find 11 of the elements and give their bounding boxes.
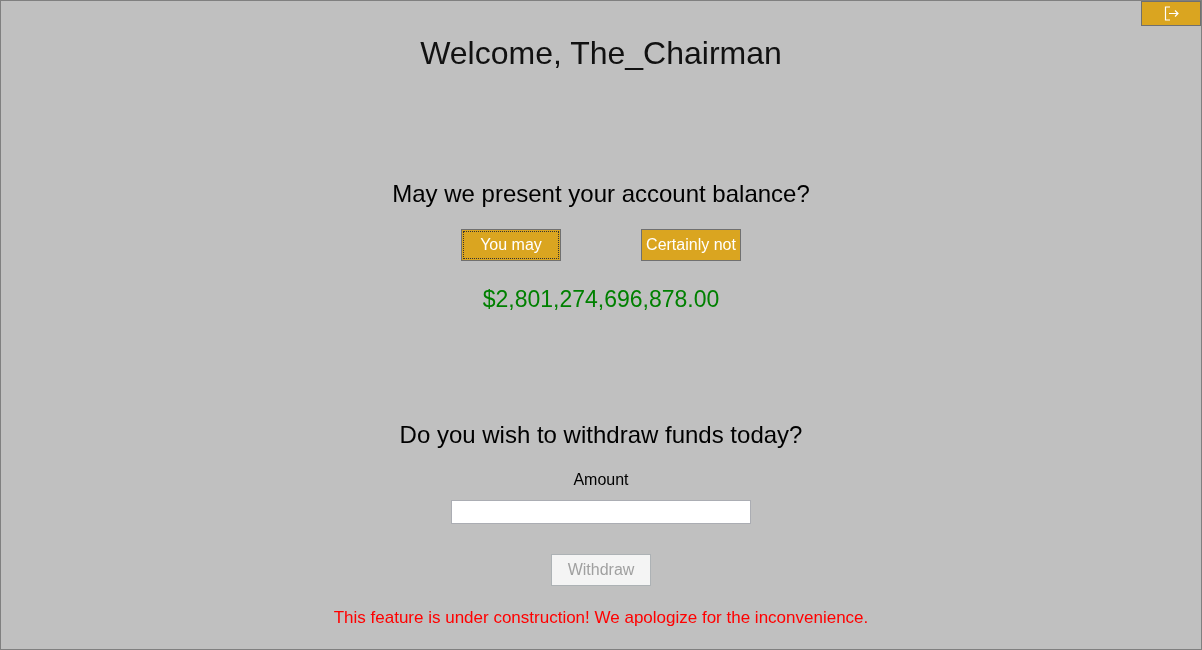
logout-button[interactable]	[1141, 1, 1201, 26]
balance-question: May we present your account balance?	[392, 179, 810, 209]
balance-amount: $2,801,274,696,878.00	[482, 285, 720, 313]
answer-button[interactable]: Certainly not	[641, 229, 741, 261]
welcome-heading: Welcome, The_Chairman	[420, 34, 782, 73]
answer-button[interactable]: You may	[461, 229, 561, 261]
logout-icon	[1163, 6, 1179, 21]
construction-notice: This feature is under construction! We apologize for the inconvenience.	[333, 608, 869, 628]
amount-input[interactable]	[451, 500, 751, 524]
withdraw-question: Do you wish to withdraw funds today?	[399, 420, 803, 450]
amount-label: Amount	[573, 470, 629, 490]
